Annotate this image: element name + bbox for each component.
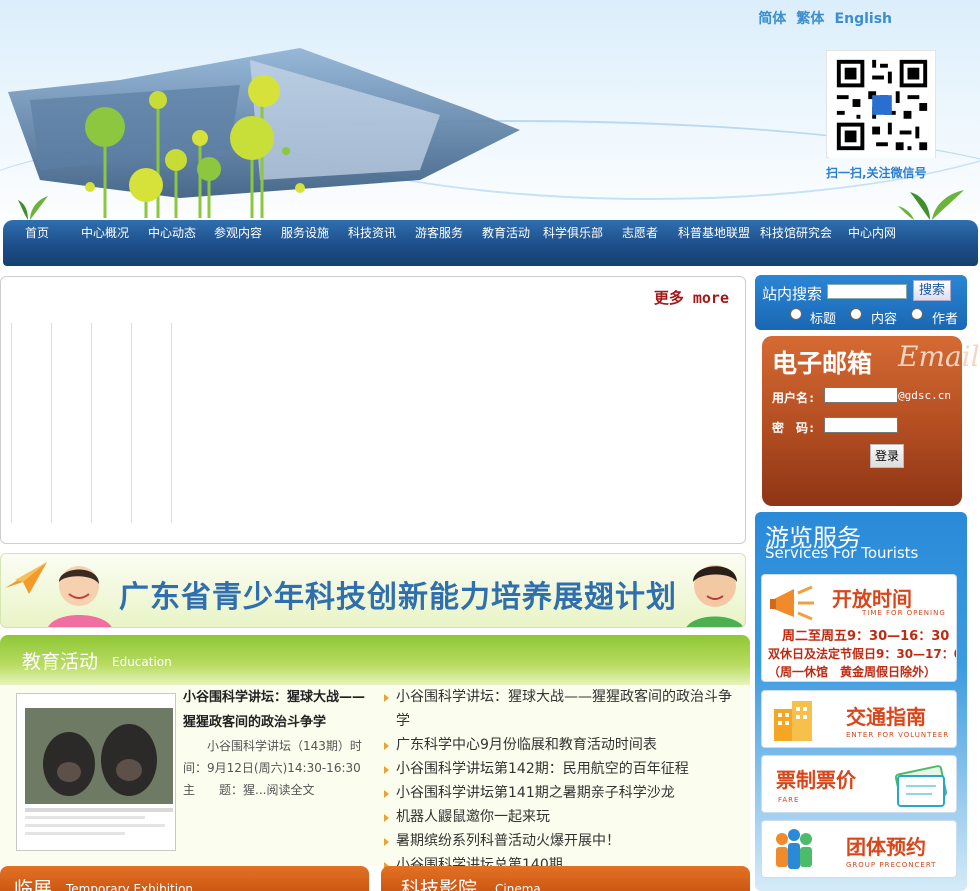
news-column-divider: [91, 323, 92, 523]
password-field[interactable]: [824, 417, 898, 433]
group-people-icon: [776, 829, 812, 869]
buildings-icon: [774, 701, 812, 741]
nav-item-home[interactable]: 首页: [25, 224, 49, 241]
nav-item-visitor-services[interactable]: 游客服务: [415, 224, 463, 241]
email-login: 电子邮箱 Email 用户名: @gdsc.cn 密 码: 登录: [762, 336, 980, 506]
nav-item-education[interactable]: 教育活动: [482, 224, 530, 241]
search-input[interactable]: [827, 284, 907, 299]
education-title-en: Education: [112, 655, 172, 669]
news-more-link[interactable]: 更多 more: [654, 287, 729, 308]
ticket-price-title: 票制票价: [776, 768, 856, 792]
lang-simplified-link[interactable]: 简体: [758, 11, 786, 27]
girl-photo: [48, 566, 112, 627]
wechat-qr-code: [826, 50, 936, 158]
email-title: 电子邮箱: [772, 349, 873, 378]
nav-item-facilities[interactable]: 服务设施: [281, 224, 329, 241]
news-column-divider: [131, 323, 132, 523]
opening-hours-card[interactable]: 开放时间 TIME FOR OPENING 周二至周五9：30—16：30 双休…: [761, 574, 957, 682]
education-list: 小谷围科学讲坛：猩球大战——猩猩政客间的政治斗争学 广东科学中心9月份临展和教育…: [384, 685, 744, 877]
radio-title[interactable]: [790, 308, 802, 320]
gorilla-poster-image: [17, 694, 175, 850]
radio-author-label: 作者: [932, 312, 959, 327]
list-item[interactable]: 广东科学中心9月份临展和教育活动时间表: [384, 733, 744, 757]
traffic-guide-sub: ENTER FOR VOLUNTEER: [846, 731, 950, 739]
nav-item-sci-info[interactable]: 科技资讯: [348, 224, 396, 241]
email-title-en: Email: [898, 340, 980, 373]
ticket-price-sub: FARE: [778, 796, 800, 804]
news-column-divider: [171, 323, 172, 523]
qr-caption: 扫一扫,关注微信号: [826, 166, 927, 180]
radio-content-label: 内容: [871, 312, 898, 327]
opening-hours-sub: TIME FOR OPENING: [862, 609, 946, 617]
temporary-exhibition-header: 临展 Temporary Exhibition: [0, 866, 369, 891]
email-domain: @gdsc.cn: [898, 389, 951, 402]
news-panel: 更多 more: [0, 276, 746, 544]
education-section: 教育活动 Education 小谷围科学讲坛：猩球大战——猩猩政客间的政治斗争学…: [0, 635, 750, 873]
nav-item-exhibits[interactable]: 参观内容: [214, 224, 262, 241]
sprout-right-icon: [898, 190, 964, 220]
banner-text: 广东省青少年科技创新能力培养展翅计划: [119, 580, 677, 615]
group-booking-title: 团体预约: [846, 835, 926, 859]
sprout-left-icon: [18, 196, 48, 220]
visitor-services: 游览服务 Services For Tourists 开放时间 TIME FOR…: [755, 512, 967, 891]
language-switcher: 简体 繁体 English: [752, 8, 892, 28]
education-feature-image[interactable]: [16, 693, 176, 851]
opening-hours-weekday: 周二至周五9：30—16：30: [782, 629, 950, 644]
nav-item-base-alliance[interactable]: 科普基地联盟: [678, 224, 750, 241]
lang-traditional-link[interactable]: 繁体: [796, 11, 824, 27]
traffic-guide-card[interactable]: 交通指南 ENTER FOR VOLUNTEER: [761, 690, 957, 748]
login-button[interactable]: 登录: [870, 444, 904, 468]
list-item[interactable]: 小谷围科学讲坛：猩球大战——猩猩政客间的政治斗争学: [384, 685, 744, 733]
megaphone-icon: [770, 585, 814, 621]
ticket-icon: [894, 765, 948, 807]
list-item[interactable]: 机器人鼹鼠邀你一起来玩: [384, 805, 744, 829]
radio-title-label: 标题: [810, 312, 837, 327]
password-label: 密 码:: [772, 421, 816, 435]
nav-item-science-club[interactable]: 科学俱乐部: [543, 224, 603, 241]
youth-innovation-banner[interactable]: 广东省青少年科技创新能力培养展翅计划: [0, 553, 746, 628]
nav-item-volunteers[interactable]: 志愿者: [622, 224, 658, 241]
education-feature-title[interactable]: 小谷围科学讲坛：猩球大战——猩猩政客间的政治斗争学: [183, 685, 368, 735]
temporary-exhibition-title-en: Temporary Exhibition: [66, 882, 194, 891]
group-booking-card[interactable]: 团体预约 GROUP PRECONCERT: [761, 820, 957, 878]
radio-content[interactable]: [850, 308, 862, 320]
lang-english-link[interactable]: English: [835, 11, 892, 27]
group-booking-sub: GROUP PRECONCERT: [846, 861, 937, 869]
nav-item-intranet[interactable]: 中心内网: [848, 224, 896, 241]
traffic-guide-title: 交通指南: [846, 705, 926, 729]
search-button[interactable]: 搜索: [913, 280, 951, 301]
opening-hours-closed: （周一休馆 黄金周假日除外）: [768, 665, 937, 679]
education-header: 教育活动 Education: [0, 635, 750, 685]
services-title-en: Services For Tourists: [765, 544, 919, 562]
radio-author[interactable]: [911, 308, 923, 320]
cinema-title: 科技影院: [401, 878, 478, 891]
cinema-header: 科技影院 Cinema: [381, 866, 750, 891]
news-column-divider: [51, 323, 52, 523]
nav-item-research-society[interactable]: 科技馆研究会: [760, 224, 832, 241]
opening-hours-weekend: 双休日及法定节假日9：30—17：00: [768, 647, 957, 661]
news-column-divider: [11, 323, 12, 523]
opening-hours-title: 开放时间: [832, 587, 912, 611]
list-item[interactable]: 暑期缤纷系列科普活动火爆开展中！: [384, 829, 744, 853]
search-label: 站内搜索: [762, 285, 823, 303]
username-label: 用户名:: [772, 391, 816, 405]
nav-item-overview[interactable]: 中心概况: [81, 224, 129, 241]
education-title: 教育活动: [22, 651, 99, 673]
temporary-exhibition-title: 临展: [14, 878, 53, 891]
username-field[interactable]: [824, 387, 898, 403]
education-feature-summary: 小谷围科学讲坛（143期）时 间：9月12日(周六)14:30-16:30主 题…: [183, 739, 386, 797]
ticket-price-card[interactable]: 票制票价 FARE: [761, 755, 957, 813]
site-search: 站内搜索 搜索 标题 内容 作者: [755, 275, 967, 330]
main-nav: 首页 中心概况 中心动态 参观内容 服务设施 科技资讯 游客服务 教育活动 科学…: [3, 220, 978, 266]
science-center-illustration: [8, 48, 520, 218]
list-item[interactable]: 小谷围科学讲坛第141期之暑期亲子科学沙龙: [384, 781, 744, 805]
qr-code-icon: [829, 52, 935, 158]
boy-photo: [686, 565, 744, 627]
nav-item-news[interactable]: 中心动态: [148, 224, 196, 241]
cinema-title-en: Cinema: [495, 882, 541, 891]
list-item[interactable]: 小谷围科学讲坛第142期：民用航空的百年征程: [384, 757, 744, 781]
